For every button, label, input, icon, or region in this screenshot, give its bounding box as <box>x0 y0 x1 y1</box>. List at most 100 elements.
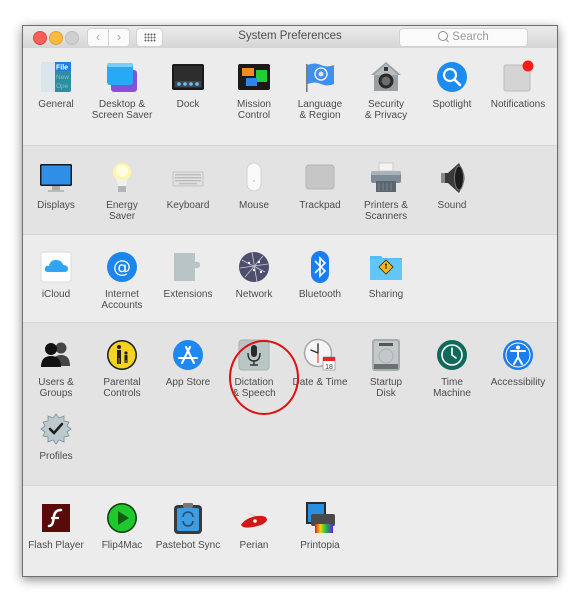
pref-users-groups[interactable]: Users & Groups <box>23 338 89 399</box>
pref-notifications[interactable]: Notifications <box>485 60 551 110</box>
pref-label: Parental Controls <box>103 377 141 399</box>
desktop-screen-saver-icon <box>105 60 139 94</box>
pref-flip4mac[interactable]: Flip4Mac <box>89 501 155 551</box>
security-house-icon <box>369 60 403 94</box>
printopia-icon <box>303 501 337 535</box>
pref-printers-scanners[interactable]: Printers & Scanners <box>353 161 419 222</box>
spotlight-magnifier-icon <box>435 60 469 94</box>
flash-player-icon <box>39 501 73 535</box>
pref-label: Mission Control <box>237 99 271 121</box>
pref-label: Displays <box>37 200 75 211</box>
pref-keyboard[interactable]: Keyboard <box>155 161 221 211</box>
pref-general[interactable]: File New Ope General <box>23 60 89 110</box>
section-internet-wireless: iCloud @ Internet Accounts Extensions Ne… <box>23 234 557 323</box>
pref-energy-saver[interactable]: Energy Saver <box>89 161 155 222</box>
general-icon: File New Ope <box>39 60 73 94</box>
pref-sound[interactable]: Sound <box>419 161 485 211</box>
pref-parental-controls[interactable]: Parental Controls <box>89 338 155 399</box>
pref-label: Users & Groups <box>38 377 74 399</box>
svg-text:@: @ <box>113 257 131 278</box>
pref-icloud[interactable]: iCloud <box>23 250 89 300</box>
printer-icon <box>369 161 403 195</box>
pref-mission-control[interactable]: Mission Control <box>221 60 287 121</box>
at-sign-icon: @ <box>105 250 139 284</box>
bluetooth-icon <box>303 250 337 284</box>
title-bar: ‹ › System Preferences Search <box>23 26 557 49</box>
pref-language-region[interactable]: Language & Region <box>287 60 353 121</box>
pref-spotlight[interactable]: Spotlight <box>419 60 485 110</box>
pastebot-clipboard-icon <box>171 501 205 535</box>
pref-time-machine[interactable]: Time Machine <box>419 338 485 399</box>
pref-label: Language & Region <box>297 99 343 121</box>
pref-network[interactable]: Network <box>221 250 287 300</box>
puzzle-piece-icon <box>171 250 205 284</box>
app-store-icon <box>171 338 205 372</box>
users-silhouette-icon <box>39 338 73 372</box>
time-machine-icon <box>435 338 469 372</box>
pref-label: Bluetooth <box>298 289 342 300</box>
keyboard-icon <box>171 161 205 195</box>
pref-label: Profiles <box>39 451 73 462</box>
pref-label: Flip4Mac <box>101 540 143 551</box>
pref-label: Dock <box>176 99 200 110</box>
pref-label: Perian <box>239 540 269 551</box>
svg-text:Ope: Ope <box>56 83 69 90</box>
pref-label: Printopia <box>300 540 340 551</box>
svg-text:File: File <box>56 65 68 72</box>
pref-label: Extensions <box>163 289 213 300</box>
search-placeholder: Search <box>452 31 489 43</box>
parental-controls-icon <box>105 338 139 372</box>
pref-label: Accessibility <box>490 377 546 388</box>
pref-label: Network <box>235 289 273 300</box>
sharing-folder-icon <box>369 250 403 284</box>
mouse-icon <box>237 161 271 195</box>
section-system: Users & Groups Parental Controls App Sto… <box>23 322 557 486</box>
pref-accessibility[interactable]: Accessibility <box>485 338 551 388</box>
pref-label: General <box>38 99 74 110</box>
pref-pastebot-sync[interactable]: Pastebot Sync <box>155 501 221 551</box>
pref-label: Sound <box>437 200 467 211</box>
pref-label: Printers & Scanners <box>364 200 408 222</box>
pref-security-privacy[interactable]: Security & Privacy <box>353 60 419 121</box>
accessibility-icon <box>501 338 535 372</box>
pref-trackpad[interactable]: Trackpad <box>287 161 353 211</box>
search-field[interactable]: Search <box>399 28 528 47</box>
clock-calendar-icon: 18 <box>303 338 337 372</box>
pref-label: Keyboard <box>166 200 210 211</box>
pref-perian[interactable]: Perian <box>221 501 287 551</box>
notifications-icon <box>501 60 535 94</box>
pref-label: Sharing <box>368 289 404 300</box>
network-globe-icon <box>237 250 271 284</box>
highlight-annotation-circle <box>229 340 299 415</box>
pref-app-store[interactable]: App Store <box>155 338 221 388</box>
flip4mac-play-icon <box>105 501 139 535</box>
pref-extensions[interactable]: Extensions <box>155 250 221 300</box>
pref-displays[interactable]: Displays <box>23 161 89 211</box>
pref-label: Mouse <box>238 200 269 211</box>
pref-desktop-screen-saver[interactable]: Desktop & Screen Saver <box>89 60 155 121</box>
search-icon <box>438 31 449 41</box>
pref-label: Flash Player <box>28 540 84 551</box>
system-preferences-window: ‹ › System Preferences Search File New Ope… <box>22 25 558 577</box>
pref-mouse[interactable]: Mouse <box>221 161 287 211</box>
lightbulb-icon <box>105 161 139 195</box>
pref-internet-accounts[interactable]: @ Internet Accounts <box>89 250 155 311</box>
pref-label: Spotlight <box>432 99 472 110</box>
dock-icon <box>171 60 205 94</box>
pref-printopia[interactable]: Printopia <box>287 501 353 551</box>
pref-flash-player[interactable]: Flash Player <box>23 501 89 551</box>
pref-label: Security & Privacy <box>364 99 408 121</box>
speaker-icon <box>435 161 469 195</box>
hard-disk-icon <box>369 338 403 372</box>
calendar-day: 18 <box>325 364 333 371</box>
pref-label: Startup Disk <box>369 377 403 399</box>
pref-profiles[interactable]: Profiles <box>23 412 89 462</box>
pref-bluetooth[interactable]: Bluetooth <box>287 250 353 300</box>
pref-sharing[interactable]: Sharing <box>353 250 419 300</box>
section-hardware: Displays Energy Saver Keyboard Mouse Tra… <box>23 145 557 235</box>
pref-startup-disk[interactable]: Startup Disk <box>353 338 419 399</box>
pref-label: Time Machine <box>433 377 471 399</box>
pref-label: iCloud <box>41 289 71 300</box>
display-monitor-icon <box>39 161 73 195</box>
pref-dock[interactable]: Dock <box>155 60 221 110</box>
